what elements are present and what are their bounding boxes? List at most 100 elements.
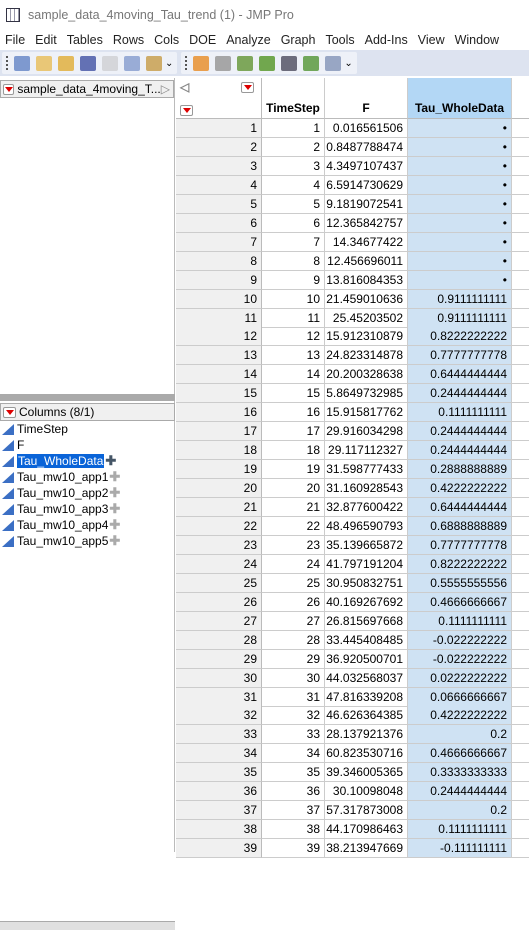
- row-header-corner[interactable]: ◁: [176, 78, 262, 119]
- row-number[interactable]: 39: [176, 839, 262, 859]
- table-cell[interactable]: 37: [262, 801, 325, 821]
- table-row[interactable]: 15 15 5.8649732985 0.2444444444: [176, 384, 529, 404]
- table-cell[interactable]: 0.1111111111: [408, 611, 512, 631]
- table-cell[interactable]: 44.032568037: [325, 668, 408, 688]
- table-cell[interactable]: 14: [262, 365, 325, 385]
- formula-icon[interactable]: ✚: [109, 469, 120, 485]
- table-cell[interactable]: 0.4222222222: [408, 479, 512, 499]
- table-cell[interactable]: 41.797191204: [325, 554, 408, 574]
- table-cell[interactable]: 1: [262, 119, 325, 138]
- table-cell[interactable]: •: [408, 270, 512, 290]
- table-cell[interactable]: 21: [262, 498, 325, 517]
- paste-icon[interactable]: [146, 55, 162, 71]
- table-cell[interactable]: 26.815697668: [325, 611, 408, 631]
- row-number[interactable]: 27: [176, 611, 262, 631]
- table-cell[interactable]: 0.2: [408, 801, 512, 821]
- menu-tables[interactable]: Tables: [62, 33, 108, 47]
- table-row[interactable]: 12 12 15.912310879 0.8222222222: [176, 327, 529, 347]
- column-header-f[interactable]: F: [325, 78, 408, 119]
- table-row[interactable]: 28 28 33.445408485 -0.022222222: [176, 630, 529, 650]
- table-cell[interactable]: 24.823314878: [325, 346, 408, 366]
- table-cell[interactable]: 31: [262, 687, 325, 707]
- table-row[interactable]: 5 5 9.1819072541 •: [176, 194, 529, 214]
- menu-window[interactable]: Window: [450, 33, 504, 47]
- table-cell[interactable]: 31.160928543: [325, 479, 408, 499]
- collapse-arrow-icon[interactable]: ▷: [161, 82, 170, 96]
- grip-handle[interactable]: [6, 56, 8, 70]
- table-row[interactable]: 35 35 39.346005365 0.3333333333: [176, 763, 529, 783]
- table-row[interactable]: 20 20 31.160928543 0.4222222222: [176, 479, 529, 499]
- table-cell[interactable]: 57.317873008: [325, 801, 408, 821]
- column-item[interactable]: Tau_mw10_app1 ✚: [0, 469, 175, 485]
- table-cell[interactable]: •: [408, 156, 512, 176]
- table-row[interactable]: 29 29 36.920500701 -0.022222222: [176, 649, 529, 669]
- table-cell[interactable]: 39.346005365: [325, 763, 408, 783]
- table-cell[interactable]: 35: [262, 763, 325, 783]
- table-cell[interactable]: •: [408, 175, 512, 195]
- table-cell[interactable]: 15.915817762: [325, 403, 408, 423]
- table-cell[interactable]: 13: [262, 346, 325, 366]
- table-cell[interactable]: 38.213947669: [325, 839, 408, 859]
- row-number[interactable]: 8: [176, 251, 262, 271]
- table-cell[interactable]: 28.137921376: [325, 725, 408, 745]
- row-number[interactable]: 4: [176, 175, 262, 195]
- table-cell[interactable]: 38: [262, 820, 325, 840]
- table-cell[interactable]: •: [408, 137, 512, 157]
- red-triangle-menu-icon[interactable]: [3, 83, 15, 95]
- table-cell[interactable]: 0.8222222222: [408, 327, 512, 347]
- table-row[interactable]: 36 36 30.10098048 0.2444444444: [176, 782, 529, 802]
- table-cell[interactable]: 8: [262, 251, 325, 271]
- row-number[interactable]: 28: [176, 630, 262, 650]
- column-header-timestep[interactable]: TimeStep: [262, 78, 325, 119]
- table-cell[interactable]: 4.3497107437: [325, 156, 408, 176]
- table-cell[interactable]: 0.1111111111: [408, 403, 512, 423]
- row-number[interactable]: 17: [176, 422, 262, 442]
- column-item[interactable]: Tau_mw10_app4 ✚: [0, 517, 175, 533]
- row-number[interactable]: 21: [176, 498, 262, 517]
- table-row[interactable]: 30 30 44.032568037 0.0222222222: [176, 668, 529, 688]
- table-cell[interactable]: 60.823530716: [325, 744, 408, 764]
- table-cell[interactable]: 34: [262, 744, 325, 764]
- data-table-icon[interactable]: [193, 55, 210, 71]
- table-cell[interactable]: •: [408, 213, 512, 233]
- formula-icon[interactable]: ✚: [109, 533, 120, 549]
- formula-icon[interactable]: ✚: [109, 501, 120, 517]
- table-row[interactable]: 16 16 15.915817762 0.1111111111: [176, 403, 529, 423]
- row-number[interactable]: 31: [176, 687, 262, 707]
- column-item[interactable]: Tau_mw10_app2 ✚: [0, 485, 175, 501]
- row-number[interactable]: 24: [176, 554, 262, 574]
- table-cell[interactable]: 23: [262, 535, 325, 555]
- table-cell[interactable]: 20.200328638: [325, 365, 408, 385]
- table-cell[interactable]: 12.365842757: [325, 213, 408, 233]
- table-row[interactable]: 21 21 32.877600422 0.6444444444: [176, 498, 529, 517]
- table-row[interactable]: 4 4 6.5914730629 •: [176, 175, 529, 195]
- table-cell[interactable]: 11: [262, 308, 325, 328]
- toolbar-overflow-icon[interactable]: ⌄: [165, 58, 173, 69]
- table-row[interactable]: 8 8 12.456696011 •: [176, 251, 529, 271]
- table-cell[interactable]: 3: [262, 156, 325, 176]
- table-cell[interactable]: 0.5555555556: [408, 573, 512, 593]
- table-row[interactable]: 17 17 29.916034298 0.2444444444: [176, 422, 529, 442]
- formula-icon[interactable]: ✚: [109, 485, 120, 501]
- left-arrow-icon[interactable]: ◁: [180, 80, 189, 94]
- table-cell[interactable]: •: [408, 119, 512, 138]
- table-row[interactable]: 39 39 38.213947669 -0.111111111: [176, 839, 529, 859]
- row-number[interactable]: 6: [176, 213, 262, 233]
- table-cell[interactable]: 14.34677422: [325, 232, 408, 252]
- row-number[interactable]: 26: [176, 592, 262, 612]
- column-header-tau-wholedata[interactable]: Tau_WholeData: [408, 78, 512, 119]
- menu-rows[interactable]: Rows: [108, 33, 149, 47]
- table-cell[interactable]: 19: [262, 460, 325, 480]
- table-cell[interactable]: 0.8222222222: [408, 554, 512, 574]
- table-cell[interactable]: 6.5914730629: [325, 175, 408, 195]
- row-number[interactable]: 11: [176, 308, 262, 328]
- table-cell[interactable]: 28: [262, 630, 325, 650]
- table-cell[interactable]: 0.016561506: [325, 119, 408, 138]
- table-cell[interactable]: 0.7777777778: [408, 346, 512, 366]
- table-row[interactable]: 11 11 25.45203502 0.9111111111: [176, 308, 529, 328]
- table-cell[interactable]: 22: [262, 516, 325, 536]
- table-row[interactable]: 6 6 12.365842757 •: [176, 213, 529, 233]
- row-number[interactable]: 30: [176, 668, 262, 688]
- row-number[interactable]: 10: [176, 289, 262, 309]
- fit-y-by-x-icon[interactable]: [281, 55, 298, 71]
